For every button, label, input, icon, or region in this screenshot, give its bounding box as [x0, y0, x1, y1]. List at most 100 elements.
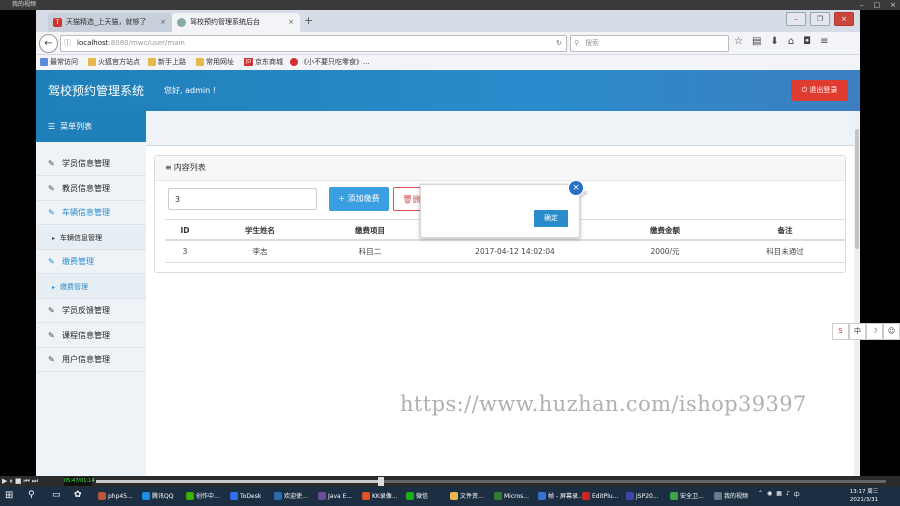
restore-icon[interactable]: ❐	[810, 12, 830, 26]
taskbar-item-label: 帧 - 屏幕录...	[548, 493, 584, 500]
header-id: ID	[180, 226, 190, 235]
sidebar-item-3[interactable]: ▸ 车辆信息管理	[36, 225, 146, 250]
sidebar-item-label: 车辆信息管理	[60, 233, 102, 242]
taskbar-item-9[interactable]: Micros...	[492, 489, 534, 504]
trash-icon: 🗑	[402, 195, 413, 204]
windows-start-icon[interactable]: ⊞	[5, 490, 13, 501]
search-input[interactable]: ⚲ 搜索	[570, 35, 729, 52]
app-icon	[362, 492, 370, 500]
ime-moon-icon[interactable]: ☽	[866, 323, 883, 340]
url-host: localhost	[77, 39, 109, 47]
edit-icon: ✎	[48, 330, 55, 340]
sidebar-item-8[interactable]: ✎ 用户信息管理	[36, 348, 146, 372]
header-item: 缴费项目	[355, 226, 385, 235]
taskbar-item-7[interactable]: 微信	[404, 489, 446, 504]
sidebar-item-7[interactable]: ✎ 课程信息管理	[36, 324, 146, 348]
ime-chinese-toggle[interactable]: 中	[849, 323, 866, 340]
ok-button[interactable]: 确定	[534, 210, 568, 227]
home-icon[interactable]: ⌂	[788, 36, 794, 47]
tmall-icon: T	[53, 18, 62, 27]
table-row[interactable]: 3 李志 科目二 2017-04-12 14:02:04 2000/元 科目未通…	[165, 241, 845, 263]
volume-icon[interactable]: ♪	[786, 490, 790, 499]
add-payment-button[interactable]: + 添加缴费	[329, 187, 389, 211]
bookmark-newbie[interactable]: 新手上路	[148, 55, 186, 70]
new-tab-icon[interactable]: +	[304, 14, 313, 27]
bookmark-firefox[interactable]: 火狐官方站点	[88, 55, 140, 70]
logout-button[interactable]: ⏻ 退出登录	[791, 80, 848, 101]
taskbar-item-3[interactable]: ToDesk	[228, 489, 270, 504]
sidebar-item-4[interactable]: ✎ 缴费管理	[36, 250, 146, 274]
query-input[interactable]: 3	[168, 188, 317, 210]
reload-icon[interactable]: ↻	[556, 36, 562, 51]
taskbar-item-2[interactable]: 创作中...	[184, 489, 226, 504]
app-icon	[98, 492, 106, 500]
info-icon[interactable]: ⓘ	[64, 36, 71, 51]
taskbar-item-13[interactable]: 安全卫...	[668, 489, 710, 504]
sogou-icon[interactable]: S	[832, 323, 849, 340]
sidebar-item-label: 缴费管理	[60, 282, 88, 291]
cell-id: 3	[182, 247, 188, 256]
sidebar-item-1[interactable]: ✎ 教员信息管理	[36, 177, 146, 201]
header-note: 备注	[777, 226, 793, 235]
scrollbar-thumb[interactable]	[855, 129, 859, 249]
seek-bar[interactable]	[96, 480, 886, 483]
library-icon[interactable]: ▤	[752, 36, 761, 47]
bookmark-most-visited[interactable]: 最常访问	[40, 55, 78, 70]
download-icon[interactable]: ⬇	[770, 36, 778, 47]
taskbar-item-14[interactable]: 我的视频	[712, 489, 756, 504]
taskbar-item-8[interactable]: 文件资...	[448, 489, 490, 504]
taskbar-item-10[interactable]: 帧 - 屏幕录...	[536, 489, 584, 504]
maximize-icon[interactable]: □	[874, 0, 881, 10]
taskbar-item-5[interactable]: Java E...	[316, 489, 358, 504]
app-icon	[186, 492, 194, 500]
clock[interactable]: 13:17 周三 2021/3/31	[846, 488, 882, 504]
taskbar-item-11[interactable]: EditPlu...	[580, 489, 622, 504]
system-tray: ⌃ ◉ ▦ ♪ 中	[758, 490, 800, 499]
sidebar-item-2[interactable]: ✎ 车辆信息管理	[36, 201, 146, 225]
pocket-icon[interactable]: ◘	[803, 36, 811, 47]
clock-date: 2021/3/31	[849, 497, 879, 503]
star-icon[interactable]: ☆	[734, 36, 743, 47]
caret-right-icon: ▸	[52, 283, 56, 291]
taskbar-item-12[interactable]: JSP20...	[624, 489, 666, 504]
playback-buttons[interactable]: ▶⏸■⏮⏭	[2, 476, 40, 487]
menu-icon[interactable]: ≡	[820, 36, 828, 47]
player-title-bar: 我的视频	[0, 0, 900, 10]
bookmark-jd[interactable]: JD 京东商城	[244, 55, 283, 70]
close-icon[interactable]: ×	[890, 0, 896, 10]
tab-close-icon[interactable]: ×	[160, 13, 166, 32]
network-icon[interactable]: ▦	[776, 490, 782, 499]
ime-icon[interactable]: 中	[794, 490, 800, 499]
sidebar-item-0[interactable]: ✎ 学员信息管理	[36, 152, 146, 176]
tray-app-icon[interactable]: ◉	[767, 490, 772, 499]
seek-handle[interactable]	[378, 477, 384, 486]
search-icon[interactable]: ⚲	[28, 490, 35, 500]
back-arrow-icon[interactable]: ←	[39, 34, 58, 53]
cell-note: 科目未通过	[766, 247, 804, 256]
tab-tmall[interactable]: T 天猫精选_上天猫，就够了 ×	[48, 13, 172, 32]
app-icon	[714, 492, 722, 500]
vertical-scrollbar[interactable]	[854, 111, 860, 476]
panel-header: ≡ 内容列表	[155, 156, 845, 181]
sidebar-item-6[interactable]: ✎ 学员反馈管理	[36, 299, 146, 323]
tab-admin[interactable]: 驾校预约管理系统后台 ×	[172, 13, 300, 32]
bookmark-common[interactable]: 常用网址	[196, 55, 234, 70]
sidebar-item-5[interactable]: ▸ 缴费管理	[36, 274, 146, 299]
app-pin-icon[interactable]: ✿	[74, 490, 82, 500]
address-bar[interactable]: ⓘ localhost:8080/mwc/user/main ↻	[60, 35, 567, 52]
minimize-icon[interactable]: –	[860, 0, 864, 10]
tray-chevron-icon[interactable]: ⌃	[758, 490, 763, 499]
taskbar-item-label: 创作中...	[196, 493, 220, 500]
player-title: 我的视频	[12, 1, 37, 8]
taskbar-item-1[interactable]: 腾讯QQ	[140, 489, 182, 504]
task-view-icon[interactable]: ▭	[52, 490, 61, 500]
tab-close-icon[interactable]: ×	[288, 13, 294, 32]
minimize-icon[interactable]: –	[786, 12, 806, 26]
taskbar-item-0[interactable]: php45...	[96, 489, 138, 504]
taskbar-item-4[interactable]: 欢迎使...	[272, 489, 314, 504]
close-icon[interactable]: ×	[834, 12, 854, 26]
ime-skin-icon[interactable]: ☺	[883, 323, 900, 340]
bookmark-video[interactable]: 《小不要只吃零食》...	[290, 55, 370, 70]
cell-amount: 2000/元	[650, 247, 680, 256]
taskbar-item-6[interactable]: KK录像...	[360, 489, 402, 504]
